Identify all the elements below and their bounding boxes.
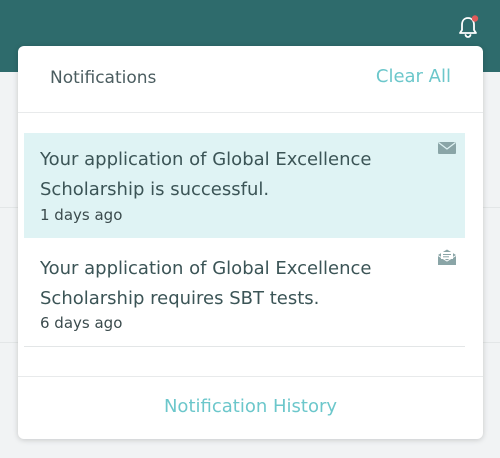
envelope-closed-icon-graphic bbox=[438, 142, 456, 154]
panel-header: Notifications Clear All bbox=[18, 46, 483, 113]
divider bbox=[18, 376, 483, 377]
notification-time: 1 days ago bbox=[40, 206, 123, 224]
notifications-panel: Notifications Clear All Your application… bbox=[18, 46, 483, 439]
notification-item[interactable]: Your application of Global Excellence Sc… bbox=[24, 242, 465, 347]
notification-text: Your application of Global Excellence Sc… bbox=[40, 258, 372, 309]
notification-history-link[interactable]: Notification History bbox=[18, 396, 483, 417]
notification-badge bbox=[471, 15, 479, 22]
envelope-open-icon-graphic bbox=[437, 249, 457, 265]
notification-text: Your application of Global Excellence Sc… bbox=[40, 149, 372, 200]
envelope-closed-icon[interactable] bbox=[437, 139, 457, 157]
bell-icon[interactable] bbox=[455, 14, 481, 40]
notification-time: 6 days ago bbox=[40, 314, 123, 332]
notification-item[interactable]: Your application of Global Excellence Sc… bbox=[24, 133, 465, 238]
envelope-open-icon[interactable] bbox=[437, 248, 457, 266]
clear-all-button[interactable]: Clear All bbox=[376, 66, 451, 87]
panel-title: Notifications bbox=[50, 68, 157, 88]
bell-icon-graphic bbox=[459, 15, 479, 38]
